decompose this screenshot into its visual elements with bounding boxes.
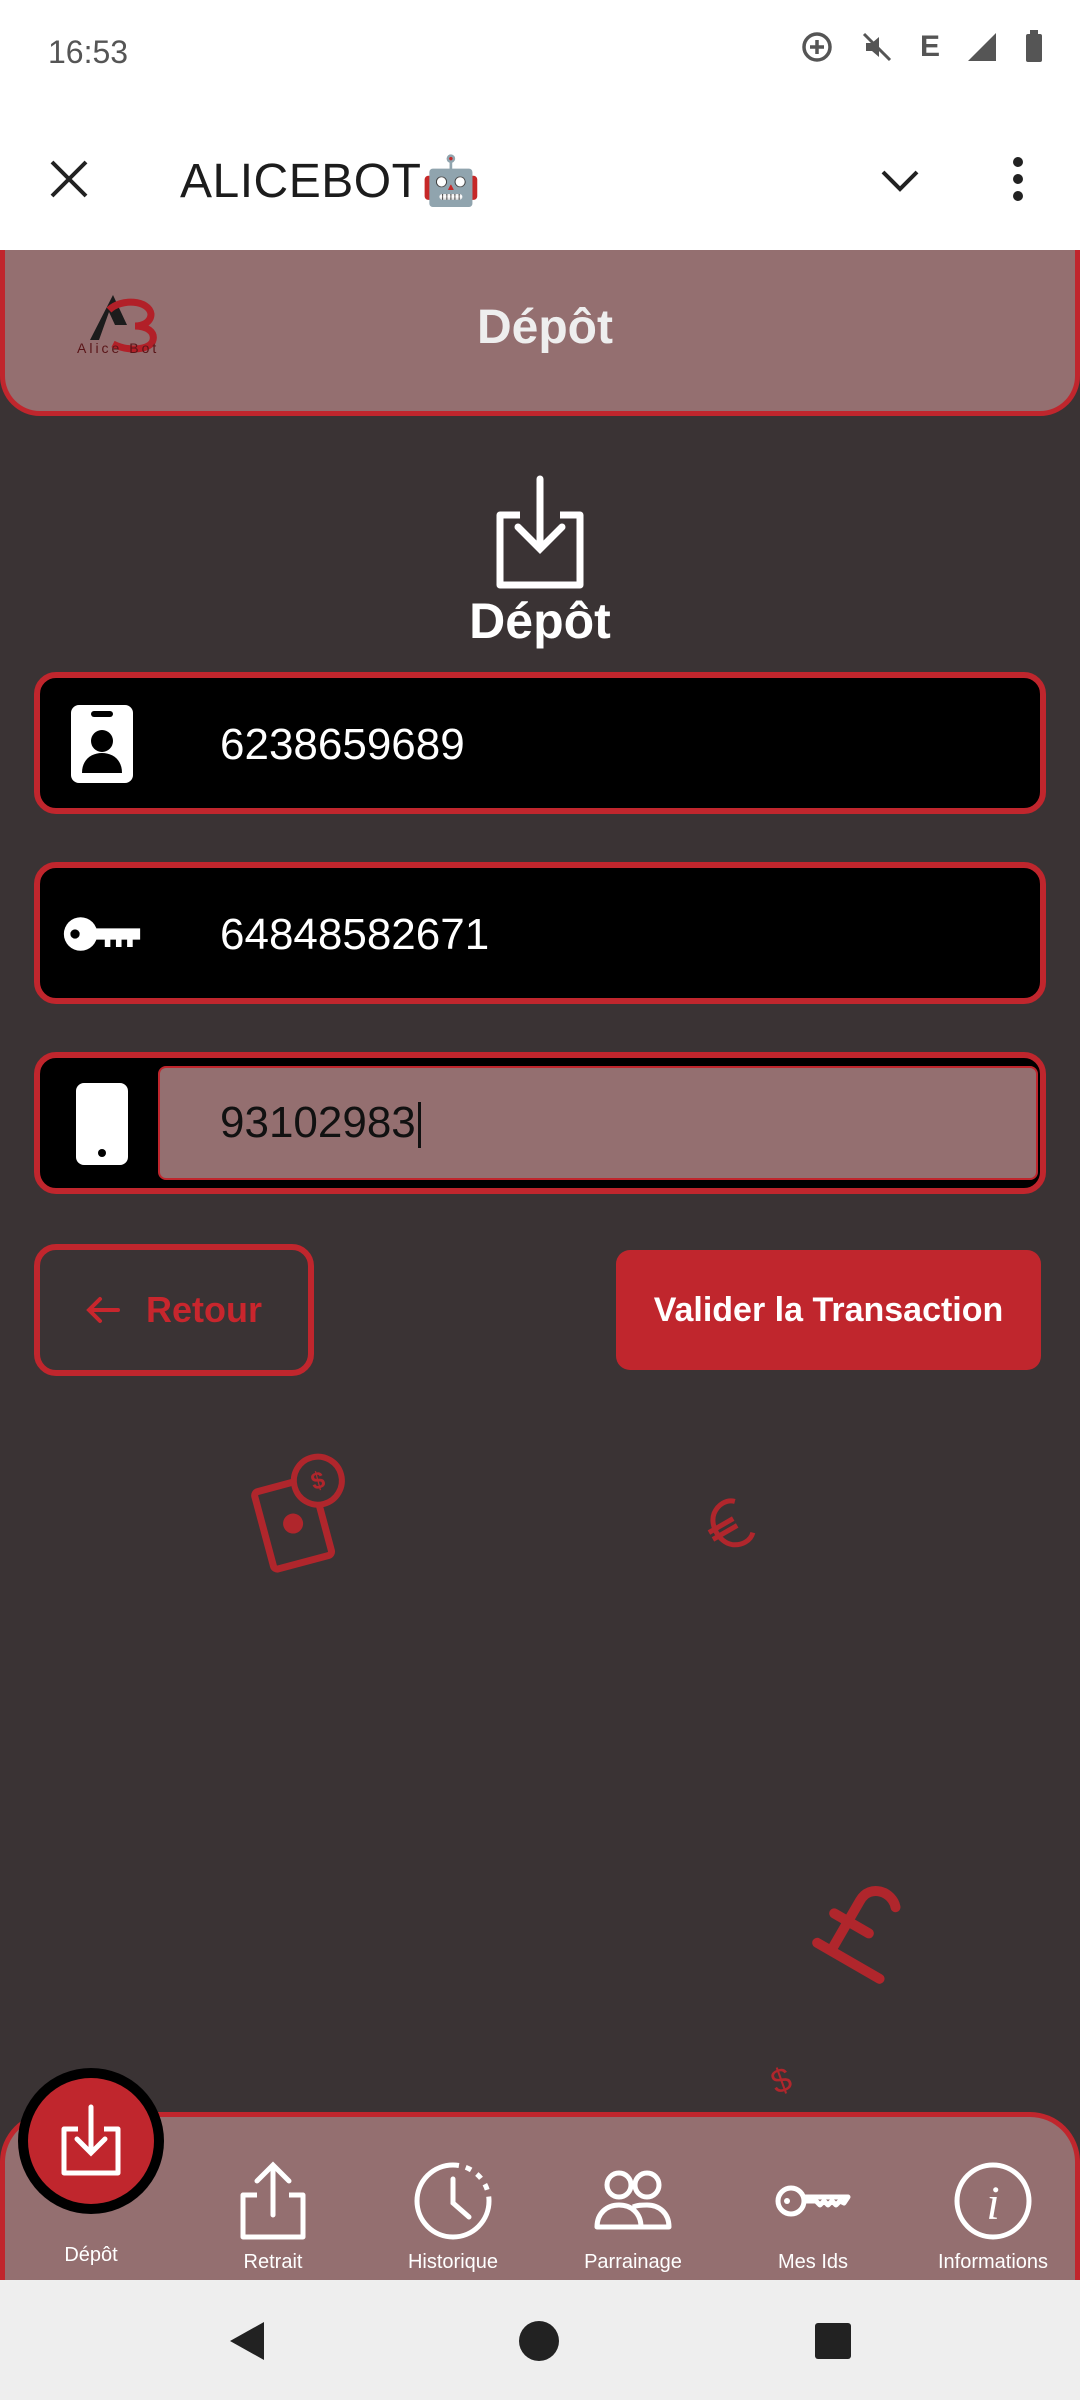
back-button[interactable]: Retour xyxy=(34,1244,314,1376)
download-icon xyxy=(61,2104,121,2176)
key-icon xyxy=(62,892,142,976)
signal-icon xyxy=(968,33,996,61)
key-field[interactable]: 64848582671 xyxy=(34,862,1046,1004)
app-bar: ALICEBOT🤖 xyxy=(0,110,1080,250)
app-title: ALICEBOT🤖 xyxy=(180,155,482,208)
nav-mes-ids-label: Mes Ids xyxy=(777,2251,849,2273)
nav-historique-label: Historique xyxy=(407,2251,499,2273)
phone-icon xyxy=(62,1082,142,1166)
status-bar: 16:53 E xyxy=(0,0,1080,110)
arrow-left-icon xyxy=(86,1297,120,1323)
nav-historique[interactable]: Historique xyxy=(363,2161,543,2281)
clock-icon xyxy=(414,2162,492,2240)
mute-icon xyxy=(862,32,892,62)
text-caret xyxy=(417,1102,421,1149)
network-type: E xyxy=(919,30,940,63)
page-title: Dépôt xyxy=(477,301,613,354)
chevron-down-icon[interactable] xyxy=(880,168,920,194)
pound-icon xyxy=(812,1886,901,1984)
nav-mes-ids[interactable]: Mes Ids xyxy=(723,2161,903,2281)
validate-button-label: Valider la Transaction xyxy=(653,1290,1004,1329)
users-icon xyxy=(594,2170,672,2230)
phone-field[interactable]: 93102983 xyxy=(34,1052,1046,1194)
svg-text:i: i xyxy=(986,2177,999,2230)
euro-icon xyxy=(707,1498,756,1548)
info-icon: i xyxy=(954,2162,1032,2240)
id-badge-icon xyxy=(62,702,142,786)
validate-transaction-button[interactable]: Valider la Transaction xyxy=(616,1250,1041,1370)
svg-text:$: $ xyxy=(766,2062,797,2098)
id-value: 6238659689 xyxy=(220,720,465,769)
nav-depot-active-circle xyxy=(28,2078,154,2204)
data-saver-icon xyxy=(802,32,832,62)
close-icon[interactable] xyxy=(48,158,90,200)
page-header: Alice Bot Dépôt xyxy=(0,250,1080,416)
status-icons: E xyxy=(800,30,1044,64)
upload-icon xyxy=(240,2161,306,2240)
back-button-label: Retour xyxy=(146,1289,262,1330)
phone-value: 93102983 xyxy=(220,1098,421,1149)
nav-retrait[interactable]: Retrait xyxy=(183,2161,363,2281)
more-options-icon[interactable] xyxy=(1010,156,1026,202)
back-icon[interactable] xyxy=(226,2320,266,2362)
home-icon[interactable] xyxy=(518,2320,560,2362)
system-navigation-bar xyxy=(0,2280,1080,2400)
nav-informations[interactable]: i Informations xyxy=(903,2161,1080,2281)
section-title: Dépôt xyxy=(469,593,611,649)
dollar-icon: $ xyxy=(766,2062,797,2098)
money-icon: $ xyxy=(251,1453,345,1573)
id-field[interactable]: 6238659689 xyxy=(34,672,1046,814)
nav-parrainage[interactable]: Parrainage xyxy=(543,2161,723,2281)
key-icon xyxy=(775,2185,851,2217)
nav-informations-label: Informations xyxy=(937,2251,1049,2273)
nav-parrainage-label: Parrainage xyxy=(584,2251,682,2273)
nav-depot-label: Dépôt xyxy=(64,2244,118,2266)
battery-icon xyxy=(1026,30,1042,62)
status-time: 16:53 xyxy=(48,34,129,70)
nav-depot[interactable] xyxy=(18,2068,164,2214)
key-value: 64848582671 xyxy=(220,910,490,959)
nav-retrait-label: Retrait xyxy=(243,2251,303,2273)
download-icon xyxy=(496,475,584,589)
recents-icon[interactable] xyxy=(814,2322,852,2360)
